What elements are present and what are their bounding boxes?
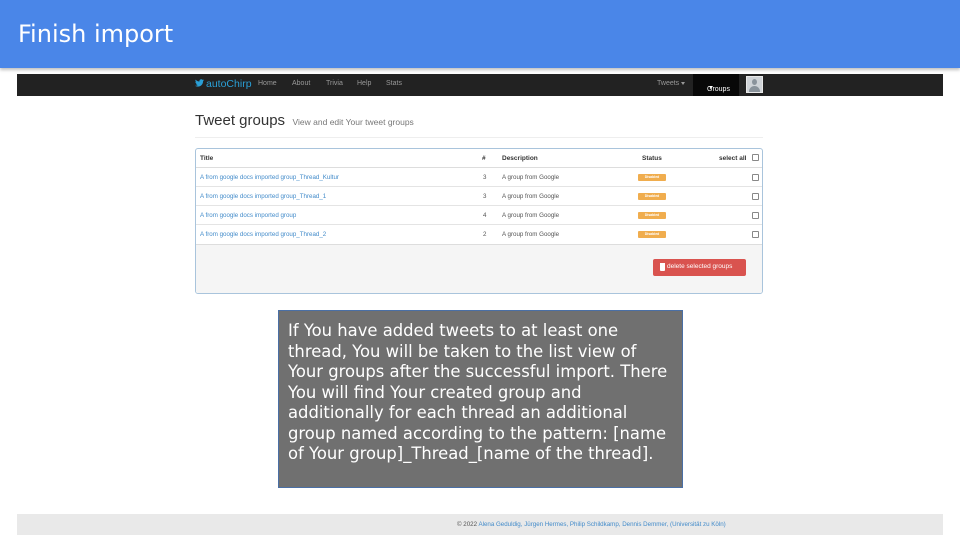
row-checkbox[interactable]	[752, 212, 759, 219]
nav-help[interactable]: Help	[357, 80, 371, 87]
slide-title: Finish import	[18, 20, 174, 48]
chevron-down-icon	[709, 86, 713, 89]
status-badge: Disabled	[638, 174, 666, 181]
group-title-link[interactable]: A from google docs imported group_Thread…	[200, 174, 339, 181]
chevron-down-icon	[681, 81, 686, 85]
brand-link[interactable]: autoChirp	[195, 78, 252, 90]
page-footer: © 2022 Alena Geduldig, Jürgen Hermes, Ph…	[17, 514, 943, 535]
groups-dropdown[interactable]: Groups	[693, 74, 739, 96]
table-footer: delete selected groups	[196, 244, 762, 293]
group-description: A group from Google	[502, 212, 560, 219]
table-header: Title # Description Status select all	[196, 149, 762, 168]
column-status: Status	[642, 155, 662, 162]
page-heading: Tweet groups View and edit Your tweet gr…	[195, 112, 414, 130]
slide: Finish import autoChirp Home About Trivi…	[0, 0, 960, 540]
column-title: Title	[200, 155, 214, 162]
navbar: autoChirp Home About Trivia Help Stats T…	[17, 74, 943, 96]
nav-about[interactable]: About	[292, 80, 310, 87]
group-description: A group from Google	[502, 231, 560, 238]
nav-home[interactable]: Home	[258, 80, 277, 87]
row-checkbox[interactable]	[752, 231, 759, 238]
delete-selected-groups-button[interactable]: delete selected groups	[653, 259, 746, 276]
group-title-link[interactable]: A from google docs imported group_Thread…	[200, 193, 326, 200]
status-badge: Disabled	[638, 212, 666, 219]
select-all-label: select all	[719, 155, 747, 162]
group-title-link[interactable]: A from google docs imported group	[200, 212, 296, 219]
table-row: A from google docs imported group 4 A gr…	[196, 206, 762, 225]
status-badge: Disabled	[638, 231, 666, 238]
table-row: A from google docs imported group_Thread…	[196, 168, 762, 187]
twitter-bird-icon	[195, 79, 204, 87]
divider	[195, 137, 763, 138]
tweets-label: Tweets	[657, 80, 680, 87]
trash-icon	[660, 263, 665, 271]
tweet-count: 3	[483, 193, 487, 200]
delete-button-label: delete selected groups	[667, 263, 733, 270]
explanation-note: If You have added tweets to at least one…	[278, 310, 683, 488]
brand-label: autoChirp	[206, 78, 252, 90]
tweet-count: 2	[483, 231, 487, 238]
page-title: Tweet groups	[195, 112, 286, 129]
groups-table-panel: Title # Description Status select all A …	[195, 148, 763, 294]
slide-header: Finish import	[0, 0, 960, 68]
user-avatar-icon[interactable]	[746, 76, 763, 93]
page-subtitle: View and edit Your tweet groups	[292, 117, 414, 127]
table-row: A from google docs imported group_Thread…	[196, 225, 762, 244]
row-checkbox[interactable]	[752, 193, 759, 200]
group-description: A group from Google	[502, 174, 560, 181]
table-row: A from google docs imported group_Thread…	[196, 187, 762, 206]
authors-link[interactable]: Alena Geduldig, Jürgen Hermes, Philip Sc…	[478, 521, 668, 528]
tweet-count: 4	[483, 212, 487, 219]
nav-stats[interactable]: Stats	[386, 80, 402, 87]
column-count: #	[482, 155, 486, 162]
nav-trivia[interactable]: Trivia	[326, 80, 343, 87]
row-checkbox[interactable]	[752, 174, 759, 181]
tweets-dropdown[interactable]: Tweets	[657, 80, 686, 87]
footer-text: © 2022 Alena Geduldig, Jürgen Hermes, Ph…	[457, 521, 726, 528]
group-description: A group from Google	[502, 193, 560, 200]
status-badge: Disabled	[638, 193, 666, 200]
group-title-link[interactable]: A from google docs imported group_Thread…	[200, 231, 326, 238]
select-all-checkbox[interactable]	[752, 154, 759, 161]
column-description: Description	[502, 155, 538, 162]
tweet-count: 3	[483, 174, 487, 181]
institution-link[interactable]: (Universität zu Köln)	[670, 521, 726, 528]
copyright: © 2022	[457, 521, 478, 528]
